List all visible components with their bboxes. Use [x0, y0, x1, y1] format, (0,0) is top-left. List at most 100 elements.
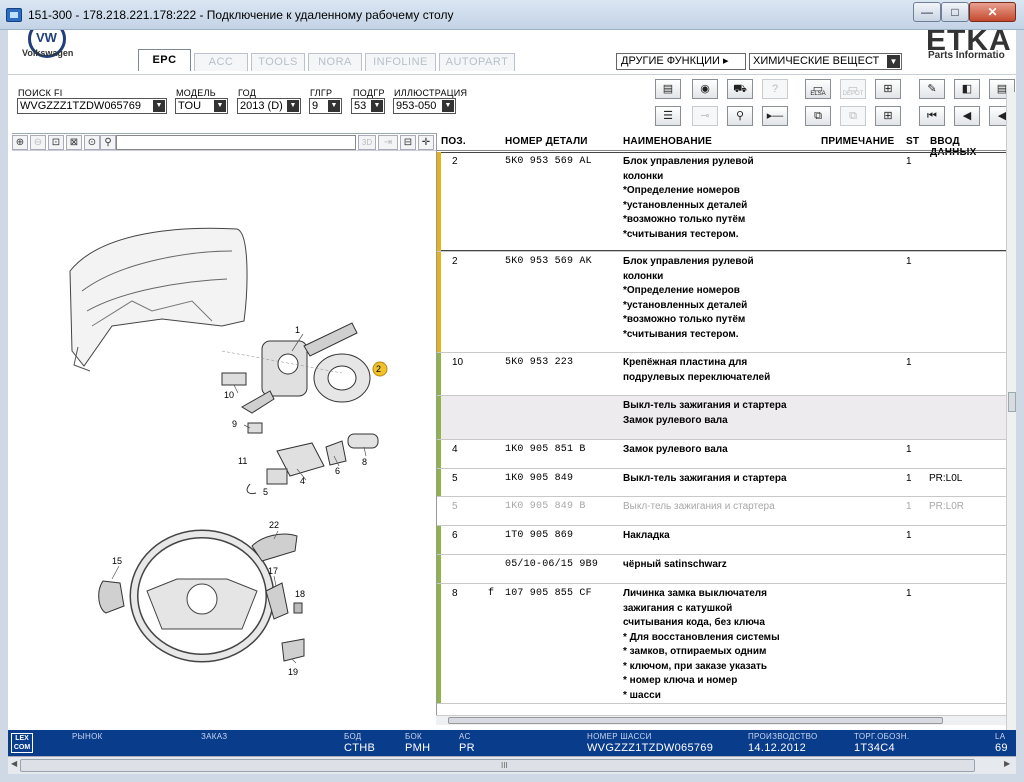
- table-row[interactable]: 2 5K0 953 569 AL Блок управления рулевой к…: [437, 152, 1006, 252]
- cell-part-number: 1K0 905 851 B: [505, 444, 586, 455]
- key-icon[interactable]: ⊸: [692, 106, 718, 126]
- stack-icon[interactable]: ⧉: [840, 106, 866, 126]
- cart-icon[interactable]: ⊞: [875, 106, 901, 126]
- first-page-icon[interactable]: ⏮: [919, 106, 945, 126]
- year-select[interactable]: 2013 (D) ▼: [237, 98, 301, 114]
- other-functions-select[interactable]: ХИМИЧЕСКИЕ ВЕЩЕСТ ▼: [749, 53, 902, 70]
- table-horizontal-scrollbar[interactable]: [436, 715, 1006, 725]
- zoom-fit-icon[interactable]: ⊠: [66, 135, 82, 150]
- illustration-search-input[interactable]: [116, 135, 356, 150]
- chevron-down-icon: ▼: [887, 55, 900, 68]
- zoom-out-icon[interactable]: ⊖: [30, 135, 46, 150]
- print-icon[interactable]: ▤: [655, 79, 681, 99]
- header-divider: [8, 74, 1016, 75]
- elsa-icon[interactable]: ▭ ELSA: [805, 79, 831, 99]
- column-header-part-no[interactable]: НОМЕР ДЕТАЛИ: [505, 136, 588, 147]
- table-row[interactable]: 10 5K0 953 223 Крепёжная пластина для подр…: [437, 353, 1006, 396]
- tab-acc[interactable]: ACC: [194, 53, 248, 71]
- column-header-pos[interactable]: ПОЗ.: [441, 136, 466, 147]
- tab-tools[interactable]: TOOLS: [251, 53, 305, 71]
- cell-pos: 6: [452, 530, 458, 541]
- scroll-thumb[interactable]: III: [20, 759, 975, 772]
- callout-label: 6: [335, 466, 340, 476]
- cart-add-icon[interactable]: ⊞: [875, 79, 901, 99]
- vehicle-icon[interactable]: ⛟: [727, 79, 753, 99]
- year-value: 2013 (D): [240, 100, 283, 112]
- table-row[interactable]: 05/10-06/15 9B9 чёрный satinschwarz: [437, 555, 1006, 584]
- cell-pos: 10: [452, 357, 464, 368]
- scroll-thumb[interactable]: [448, 717, 943, 724]
- row-status-bar: [437, 252, 441, 352]
- close-button[interactable]: ✕: [969, 2, 1016, 22]
- play-line-icon[interactable]: ▸—: [762, 106, 788, 126]
- tab-nora[interactable]: NORA: [308, 53, 362, 71]
- zoom-area-icon[interactable]: ⊡: [48, 135, 64, 150]
- tab-infoline[interactable]: INFOLINE: [365, 53, 436, 71]
- cell-pos: 5: [452, 473, 458, 484]
- column-header-note[interactable]: ПРИМЕЧАНИЕ: [821, 136, 894, 147]
- tab-epc[interactable]: EPC: [138, 49, 191, 71]
- callout-label: 11: [238, 456, 247, 466]
- search-fi-label: ПОИСК FI: [18, 88, 63, 98]
- row-status-bar: [437, 440, 441, 468]
- previous-page-icon[interactable]: ◀: [954, 106, 980, 126]
- row-status-bar: [437, 584, 441, 703]
- scroll-thumb[interactable]: [1008, 392, 1016, 412]
- minimize-button[interactable]: —: [913, 2, 941, 22]
- illustration-value: 953-050: [396, 100, 437, 112]
- pin-icon[interactable]: ✎: [919, 79, 945, 99]
- magnifier-icon[interactable]: ⚲: [100, 135, 116, 150]
- cell-st: 1: [906, 501, 912, 512]
- scroll-right-icon[interactable]: ▶: [1004, 759, 1010, 768]
- expand-icon[interactable]: ✛: [418, 135, 434, 150]
- vertical-scrollbar[interactable]: [1006, 92, 1016, 736]
- disc-icon[interactable]: ◉: [692, 79, 718, 99]
- callout-label: 1: [295, 325, 300, 335]
- maximize-button[interactable]: □: [941, 2, 969, 22]
- illustration-select[interactable]: 953-050 ▼: [393, 98, 456, 114]
- parts-illustration[interactable]: 1 2 10 9 11 5 4 6 8 22 15 17 18 19: [12, 151, 436, 721]
- layout-icon[interactable]: ⊟: [400, 135, 416, 150]
- table-row[interactable]: 5 1K0 905 849 B Выкл-тель зажигания и стар…: [437, 497, 1006, 526]
- bicycle-icon[interactable]: ⚲: [727, 106, 753, 126]
- exploded-view-drawing: 1 2 10 9 11 5 4 6 8 22 15 17 18 19: [69, 227, 388, 677]
- year-label: ГОД: [238, 88, 257, 98]
- column-header-st[interactable]: ST: [906, 136, 919, 147]
- cell-name: Выкл-тель зажигания и стартера: [623, 501, 775, 512]
- table-row[interactable]: 4 1K0 905 851 B Замок рулевого вала 1: [437, 440, 1006, 469]
- 3d-view-icon[interactable]: 3D: [358, 135, 376, 150]
- list-icon[interactable]: ☰: [655, 106, 681, 126]
- depot-icon[interactable]: ▭ DEPOT: [840, 79, 866, 99]
- table-row[interactable]: Выкл-тель зажигания и стартера Замок рул…: [437, 396, 1006, 440]
- callout-label: 17: [268, 566, 278, 576]
- window-titlebar[interactable]: 151-300 - 178.218.221.178:222 - Подключе…: [0, 0, 1024, 30]
- window-title: 151-300 - 178.218.221.178:222 - Подключе…: [28, 8, 454, 22]
- zoom-reset-icon[interactable]: ⊙: [84, 135, 100, 150]
- search-fi-select[interactable]: WVGZZZ1TZDW065769 ▼: [17, 98, 167, 114]
- table-row[interactable]: 8 f 107 905 855 CF Личинка замка выключател…: [437, 584, 1006, 704]
- image-nav-icon[interactable]: ⇥: [378, 135, 398, 150]
- row-status-bar: [437, 497, 441, 525]
- zoom-in-icon[interactable]: ⊕: [12, 135, 28, 150]
- model-select[interactable]: TOU ▼: [175, 98, 228, 114]
- cell-part-number: 5K0 953 223: [505, 357, 574, 368]
- split-icon[interactable]: ⧉: [805, 106, 831, 126]
- callout-label: 5: [263, 487, 268, 497]
- main-group-select[interactable]: 9 ▼: [309, 98, 342, 114]
- model-label: МОДЕЛЬ: [176, 88, 217, 98]
- remote-desktop-window: 151-300 - 178.218.221.178:222 - Подключе…: [0, 0, 1024, 782]
- window-horizontal-scrollbar[interactable]: ◀ III ▶: [8, 756, 1016, 774]
- other-functions-label[interactable]: ДРУГИЕ ФУНКЦИИ ▸: [616, 53, 746, 70]
- tab-autopart[interactable]: AUTOPART: [439, 53, 515, 71]
- page-left-icon[interactable]: ◧: [954, 79, 980, 99]
- cell-name: Блок управления рулевой колонки *Определ…: [623, 156, 754, 240]
- la-label: LA: [995, 732, 1006, 741]
- help-icon[interactable]: ?: [762, 79, 788, 99]
- scroll-grip: III: [501, 761, 508, 770]
- sub-group-select[interactable]: 53 ▼: [351, 98, 385, 114]
- table-row[interactable]: 6 1T0 905 869 Накладка 1: [437, 526, 1006, 555]
- table-row[interactable]: 5 1K0 905 849 Выкл-тель зажигания и старте…: [437, 469, 1006, 497]
- scroll-left-icon[interactable]: ◀: [11, 759, 17, 768]
- column-header-name[interactable]: НАИМЕНОВАНИЕ: [623, 136, 712, 147]
- table-row[interactable]: 2 5K0 953 569 AK Блок управления рулевой к…: [437, 252, 1006, 353]
